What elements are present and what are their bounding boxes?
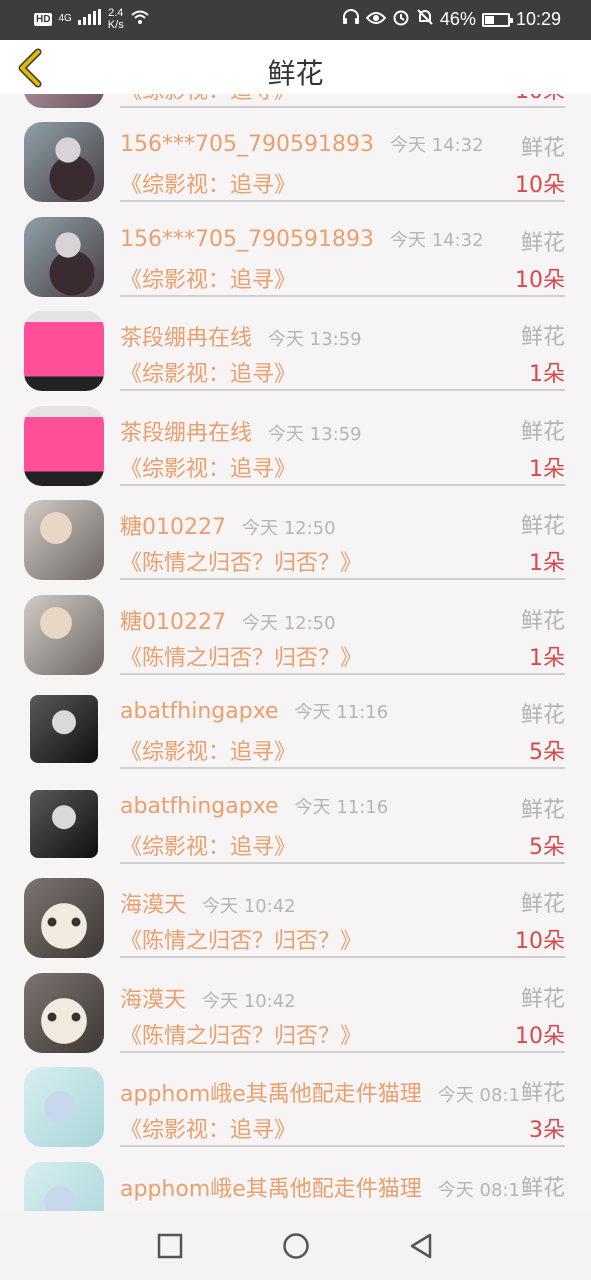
gift-type: 鲜花 bbox=[518, 980, 565, 1013]
sender-name[interactable]: 156***705_790591893 今天 14:32 bbox=[120, 131, 484, 157]
gift-time: 今天 08:1 bbox=[437, 1179, 520, 1201]
sender-name-text: apphom峨e其禹他配走件猫理 bbox=[120, 1082, 422, 1107]
sender-name[interactable]: abatfhingapxe 今天 11:16 bbox=[120, 793, 388, 819]
home-button[interactable] bbox=[281, 1231, 311, 1261]
hd-badge: HD bbox=[34, 12, 53, 26]
gift-type: 鲜花 bbox=[518, 319, 565, 351]
speed-value: 2.4 bbox=[108, 7, 124, 19]
alarm-icon bbox=[392, 8, 410, 31]
list-item[interactable]: abatfhingapxe 今天 11:16 鲜花 《综影视：追寻》 5朵 bbox=[0, 756, 591, 864]
gift-time: 今天 11:16 bbox=[294, 796, 389, 818]
gift-type: 鲜花 bbox=[518, 886, 565, 918]
gift-time: 今天 12:50 bbox=[241, 518, 336, 539]
sender-name-text: 156***705_790591893 bbox=[120, 226, 374, 252]
sender-name[interactable]: 糖010227 今天 12:50 bbox=[120, 509, 336, 541]
wifi-icon bbox=[130, 9, 150, 30]
gift-type: 鲜花 bbox=[518, 508, 565, 540]
headphones-icon bbox=[342, 8, 360, 31]
sender-name[interactable]: 海漠天 今天 10:42 bbox=[120, 887, 296, 919]
sender-name[interactable]: 茶段绷冉在线 今天 13:59 bbox=[120, 320, 362, 352]
triangle-back-icon bbox=[410, 1233, 432, 1259]
list-item[interactable]: apphom峨e其禹他配走件猫理 今天 08:1 鲜花 《综影视：追寻》 3朵 bbox=[0, 1039, 591, 1147]
list-item[interactable]: 156***705_790591893 今天 14:32 鲜花 《综影视：追寻》 10朵 bbox=[0, 189, 591, 297]
battery-fill bbox=[484, 15, 495, 24]
gift-type: 鲜花 bbox=[518, 413, 565, 446]
gift-type: 鲜花 bbox=[518, 697, 565, 729]
system-nav-bar bbox=[0, 1211, 591, 1280]
sender-name[interactable]: 海漠天 今天 10:42 bbox=[120, 982, 296, 1014]
sender-name[interactable]: 茶段绷冉在线 今天 13:59 bbox=[120, 415, 362, 447]
battery-icon bbox=[481, 12, 513, 27]
gift-time: 今天 10:42 bbox=[202, 896, 296, 917]
signal-label: 4G bbox=[58, 13, 72, 24]
gift-time: 今天 14:32 bbox=[389, 135, 484, 156]
sender-name-text: apphom峨e其禹他配走件猫理 bbox=[120, 1176, 422, 1202]
list-item[interactable]: 海漠天 今天 10:42 鲜花 《陈情之归否？归否？》 10朵 bbox=[0, 945, 591, 1053]
flower-gift-list[interactable]: 《综影视：追寻》 10朵 156***705_790591893今天 14:32… bbox=[0, 94, 591, 1211]
speed-unit: K/s bbox=[107, 19, 124, 31]
bw-boy-avatar-icon[interactable] bbox=[30, 695, 98, 763]
list-item[interactable]: 糖010227 今天 12:50 鲜花 《陈情之归否？归否？》 1朵 bbox=[0, 472, 591, 580]
bw-boy-avatar-icon[interactable] bbox=[30, 789, 98, 858]
gift-time: 今天 10:42 bbox=[202, 990, 296, 1012]
gift-type: 鲜花 bbox=[518, 1075, 565, 1107]
eye-icon bbox=[365, 9, 387, 30]
list-item[interactable]: abatfhingapxe 今天 11:16 鲜花 《综影视：追寻》 5朵 bbox=[0, 661, 591, 769]
gift-time: 今天 12:50 bbox=[241, 612, 336, 634]
list-item[interactable]: 糖010227 今天 12:50 鲜花 《陈情之归否？归否？》 1朵 bbox=[0, 567, 591, 675]
sender-name-text: 海漠天 bbox=[120, 987, 187, 1013]
sender-name-text: 糖010227 bbox=[120, 515, 226, 540]
status-left: HD 4G 2.4 K/s bbox=[34, 7, 150, 31]
gift-time: 今天 14:32 bbox=[389, 229, 484, 251]
square-icon bbox=[157, 1233, 183, 1259]
sender-name-text: 茶段绷冉在线 bbox=[120, 420, 253, 446]
back-nav-button[interactable] bbox=[406, 1231, 436, 1261]
sender-name[interactable]: apphom峨e其禹他配走件猫理 今天 08:1 bbox=[120, 1171, 520, 1203]
sender-name-text: 海漠天 bbox=[120, 893, 187, 918]
flowers-avatar-icon[interactable] bbox=[24, 1161, 104, 1211]
gift-time: 今天 13:59 bbox=[268, 329, 362, 350]
sender-name-text: 茶段绷冉在线 bbox=[120, 326, 253, 351]
status-right: 46% 10:29 bbox=[342, 8, 561, 31]
clock: 10:29 bbox=[515, 9, 561, 29]
sender-name[interactable]: 156***705_790591893 今天 14:32 bbox=[120, 226, 484, 252]
battery-percent: 46% bbox=[439, 9, 476, 29]
gift-type: 鲜花 bbox=[518, 130, 565, 162]
list-item[interactable]: 茶段绷冉在线 今天 13:59 鲜花 《综影视：追寻》 1朵 bbox=[0, 283, 591, 391]
sender-name[interactable]: apphom峨e其禹他配走件猫理 今天 08:1 bbox=[120, 1076, 520, 1108]
sender-name-text: 糖010227 bbox=[120, 609, 226, 635]
list-item[interactable]: 156***705_790591893 今天 14:32 鲜花 《综影视：追寻》 10朵 bbox=[0, 94, 591, 202]
sender-name-text: abatfhingapxe bbox=[120, 793, 279, 819]
sender-name-text: abatfhingapxe bbox=[120, 699, 279, 724]
network-speed: 2.4 K/s bbox=[108, 7, 124, 31]
gift-type: 鲜花 bbox=[518, 1169, 565, 1202]
gift-time: 今天 11:16 bbox=[294, 702, 389, 723]
sender-name[interactable]: 糖010227 今天 12:50 bbox=[120, 604, 336, 636]
sender-name-text: 156***705_790591893 bbox=[120, 132, 374, 157]
sender-name[interactable]: abatfhingapxe 今天 11:16 bbox=[120, 698, 388, 724]
status-bar: HD 4G 2.4 K/s 46% 10:29 bbox=[0, 0, 591, 40]
circle-icon bbox=[283, 1233, 309, 1259]
page-title: 鲜花 bbox=[267, 57, 324, 90]
recent-apps-button[interactable] bbox=[155, 1231, 185, 1261]
signal-bars-icon bbox=[77, 8, 102, 30]
app-header: 鲜花 bbox=[0, 40, 591, 94]
gift-type: 鲜花 bbox=[518, 602, 565, 635]
gift-type: 鲜花 bbox=[518, 791, 565, 824]
mute-bell-icon bbox=[416, 8, 434, 31]
gift-time: 今天 13:59 bbox=[268, 423, 362, 445]
list-item[interactable]: 茶段绷冉在线 今天 13:59 鲜花 《综影视：追寻》 1朵 bbox=[0, 378, 591, 486]
list-item[interactable]: apphom峨e其禹他配走件猫理今天 08:1鲜花《综影视：追寻》 bbox=[0, 1134, 591, 1211]
list-item[interactable]: 海漠天 今天 10:42 鲜花 《陈情之归否？归否？》 10朵 bbox=[0, 850, 591, 958]
gift-type: 鲜花 bbox=[518, 224, 565, 257]
gift-time: 今天 08:1 bbox=[437, 1085, 520, 1106]
